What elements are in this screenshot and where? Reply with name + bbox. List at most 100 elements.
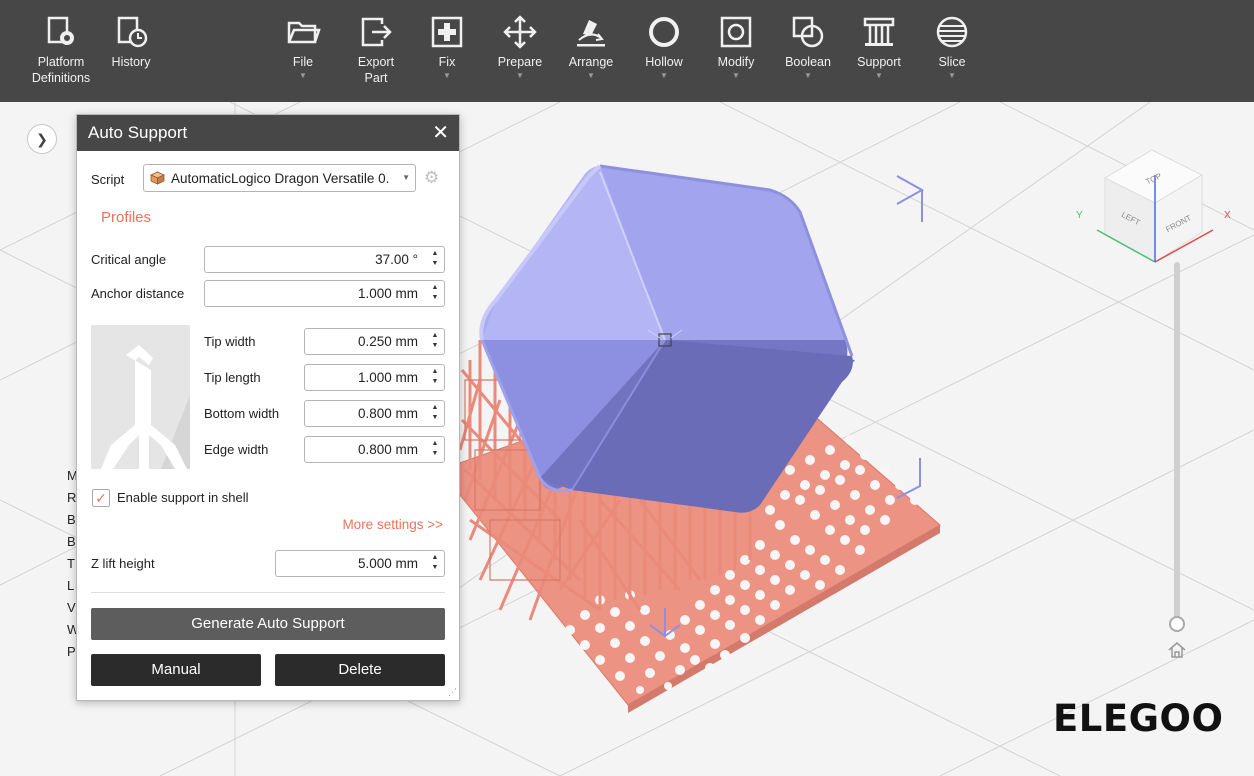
profiles-link[interactable]: Profiles (101, 209, 151, 226)
spinner-arrows-icon[interactable]: ▲ ▼ (430, 249, 440, 269)
axis-x-label: X (1224, 210, 1231, 221)
fix-label: Fix (438, 55, 456, 69)
spinner-arrows-icon[interactable]: ▲ ▼ (430, 331, 440, 351)
gear-icon[interactable]: ⚙ (424, 169, 442, 187)
history-icon (113, 14, 149, 50)
script-select[interactable]: AutomaticLogico Dragon Versatile 0. ▼ (143, 164, 416, 192)
script-select-value: AutomaticLogico Dragon Versatile 0. (171, 171, 390, 186)
export-part-label: Export Part (357, 55, 395, 85)
folder-icon (285, 14, 321, 50)
boolean-button[interactable]: Boolean ▼ (772, 14, 844, 80)
tip-length-input[interactable]: 1.000 mm ▲ ▼ (304, 364, 445, 391)
fix-icon (429, 14, 465, 50)
modify-label: Modify (717, 55, 755, 69)
support-tip-preview-image (91, 325, 190, 469)
main-toolbar: Platform Definitions History File ▼ Expo… (0, 0, 1254, 102)
more-settings-link[interactable]: More settings >> (342, 517, 443, 532)
tip-length-label: Tip length (204, 370, 261, 385)
delete-button[interactable]: Delete (275, 654, 445, 686)
layer-slider-track[interactable] (1174, 262, 1180, 622)
view-cube[interactable]: TOP LEFT FRONT X Y (1076, 149, 1231, 263)
hollow-button[interactable]: Hollow ▼ (628, 14, 700, 80)
history-label: History (111, 55, 151, 69)
hollow-label: Hollow (645, 55, 683, 69)
chevron-right-icon: ❯ (36, 130, 48, 147)
tip-width-value: 0.250 mm (357, 334, 418, 349)
enable-shell-checkbox[interactable]: ✓ (92, 489, 110, 507)
spinner-arrows-icon[interactable]: ▲ ▼ (430, 283, 440, 303)
anchor-distance-label: Anchor distance (91, 286, 185, 301)
generate-auto-support-button[interactable]: Generate Auto Support (91, 608, 445, 640)
arrange-label: Arrange (568, 55, 614, 69)
auto-support-dialog: Auto Support ✕ Script AutomaticLogico Dr… (76, 114, 460, 701)
dialog-title: Auto Support (88, 123, 188, 142)
modify-icon (718, 14, 754, 50)
anchor-distance-value: 1.000 mm (357, 286, 418, 301)
z-lift-value: 5.000 mm (357, 556, 418, 571)
critical-angle-value: 37.00 ° (375, 252, 418, 267)
arrange-button[interactable]: Arrange ▼ (555, 14, 627, 80)
file-label: File (292, 55, 314, 69)
support-button[interactable]: Support ▼ (843, 14, 915, 80)
prepare-button[interactable]: Prepare ▼ (484, 14, 556, 80)
tip-width-input[interactable]: 0.250 mm ▲ ▼ (304, 328, 445, 355)
chevron-down-icon: ▼ (948, 71, 956, 80)
chevron-down-icon: ▼ (516, 71, 524, 80)
modify-button[interactable]: Modify ▼ (700, 14, 772, 80)
export-icon (358, 14, 394, 50)
expand-panel-button[interactable]: ❯ (27, 124, 57, 154)
chevron-down-icon: ▼ (804, 71, 812, 80)
chevron-down-icon: ▼ (732, 71, 740, 80)
layer-slider-handle[interactable] (1169, 616, 1185, 632)
chevron-down-icon: ▼ (660, 71, 668, 80)
support-label: Support (857, 55, 901, 69)
history-button[interactable]: History (95, 14, 167, 70)
spinner-arrows-icon[interactable]: ▲ ▼ (430, 439, 440, 459)
spinner-arrows-icon[interactable]: ▲ ▼ (430, 403, 440, 423)
resize-grip-icon[interactable]: ⋰ (448, 687, 457, 698)
boolean-label: Boolean (785, 55, 831, 69)
checkmark-icon: ✓ (95, 490, 107, 506)
chevron-down-icon: ▼ (299, 71, 307, 80)
prepare-label: Prepare (497, 55, 543, 69)
home-icon[interactable] (1166, 639, 1188, 661)
hollow-icon (646, 14, 682, 50)
move-arrows-icon (502, 14, 538, 50)
platform-definitions-button[interactable]: Platform Definitions (25, 14, 97, 86)
critical-angle-label: Critical angle (91, 252, 167, 267)
edge-width-label: Edge width (204, 442, 269, 457)
dialog-title-bar[interactable]: Auto Support ✕ (77, 115, 459, 151)
edge-width-value: 0.800 mm (357, 442, 418, 457)
arrange-icon (573, 14, 609, 50)
chevron-down-icon: ▼ (587, 71, 595, 80)
bottom-width-input[interactable]: 0.800 mm ▲ ▼ (304, 400, 445, 427)
slice-icon (934, 14, 970, 50)
slice-button[interactable]: Slice ▼ (916, 14, 988, 80)
platform-definitions-label: Platform Definitions (31, 55, 91, 85)
bottom-width-value: 0.800 mm (357, 406, 418, 421)
spinner-arrows-icon[interactable]: ▲ ▼ (430, 553, 440, 573)
platform-settings-icon (43, 14, 79, 50)
manual-button[interactable]: Manual (91, 654, 261, 686)
slice-label: Slice (938, 55, 966, 69)
support-icon (861, 14, 897, 50)
tip-width-label: Tip width (204, 334, 256, 349)
boolean-icon (790, 14, 826, 50)
chevron-down-icon: ▼ (875, 71, 883, 80)
z-lift-input[interactable]: 5.000 mm ▲ ▼ (275, 550, 445, 577)
close-icon[interactable]: ✕ (432, 115, 449, 151)
anchor-distance-input[interactable]: 1.000 mm ▲ ▼ (204, 280, 445, 307)
file-button[interactable]: File ▼ (267, 14, 339, 80)
spinner-arrows-icon[interactable]: ▲ ▼ (430, 367, 440, 387)
fix-button[interactable]: Fix ▼ (411, 14, 483, 80)
edge-width-input[interactable]: 0.800 mm ▲ ▼ (304, 436, 445, 463)
bottom-width-label: Bottom width (204, 406, 280, 421)
critical-angle-input[interactable]: 37.00 ° ▲ ▼ (204, 246, 445, 273)
tip-length-value: 1.000 mm (357, 370, 418, 385)
script-package-icon (150, 171, 165, 185)
axis-y-label: Y (1076, 210, 1083, 221)
divider (91, 592, 445, 593)
z-lift-label: Z lift height (91, 556, 155, 571)
export-part-button[interactable]: Export Part (340, 14, 412, 86)
enable-shell-label: Enable support in shell (117, 490, 249, 505)
